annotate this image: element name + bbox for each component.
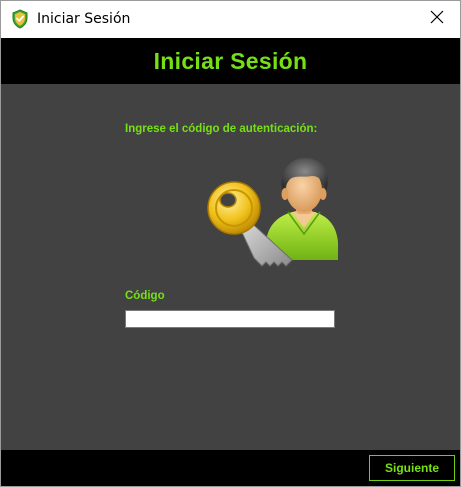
code-label: Código xyxy=(125,290,165,302)
user-with-key-icon xyxy=(204,154,339,284)
close-icon xyxy=(430,10,444,29)
instruction-label: Ingrese el código de autenticación: xyxy=(125,123,318,135)
login-panel: Ingrese el código de autenticación: Códi… xyxy=(1,84,460,450)
code-input[interactable] xyxy=(125,310,335,328)
page-title: Iniciar Sesión xyxy=(153,47,308,74)
window-title: Iniciar Sesión xyxy=(37,11,131,27)
login-window: Iniciar Sesión Iniciar Sesión Ingrese el… xyxy=(0,0,461,487)
header-banner: Iniciar Sesión xyxy=(1,38,460,84)
title-bar[interactable]: Iniciar Sesión xyxy=(1,1,460,38)
next-button[interactable]: Siguiente xyxy=(369,455,455,481)
close-button[interactable] xyxy=(414,1,460,38)
footer-bar: Siguiente xyxy=(1,450,460,486)
shield-check-icon xyxy=(10,9,30,29)
